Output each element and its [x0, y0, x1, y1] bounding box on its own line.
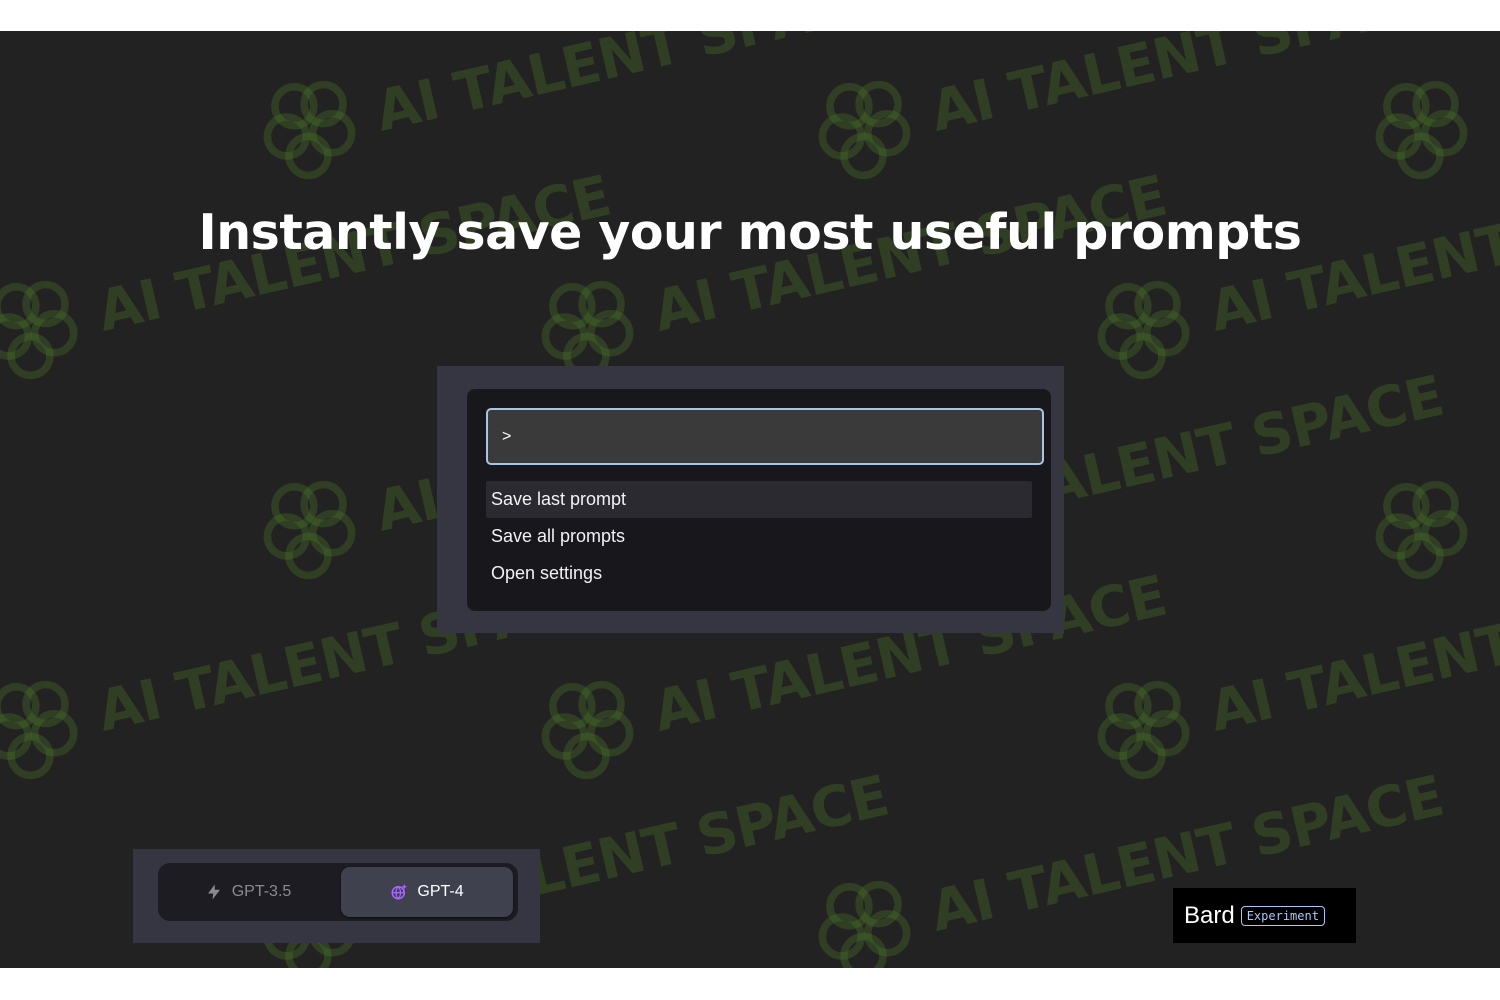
brain-icon: [818, 880, 911, 968]
command-list: Save last prompt Save all prompts Open s…: [486, 481, 1032, 592]
bard-badge: Bard Experiment: [1173, 888, 1356, 943]
page-title: Instantly save your most useful prompts: [198, 203, 1302, 261]
brain-icon: [1097, 280, 1190, 380]
brain-icon: [1375, 480, 1468, 580]
command-input[interactable]: >: [486, 408, 1044, 465]
command-palette-frame: > Save last prompt Save all prompts Open…: [437, 366, 1064, 633]
brain-icon: [0, 280, 78, 380]
experiment-tag: Experiment: [1240, 905, 1325, 926]
bard-name: Bard: [1184, 901, 1235, 929]
command-item-save-last-prompt[interactable]: Save last prompt: [486, 481, 1032, 518]
brain-icon: [1375, 80, 1468, 180]
watermark-logo: AI TALENT SPACE: [0, 142, 621, 392]
brain-icon: [541, 680, 634, 780]
command-item-save-all-prompts[interactable]: Save all prompts: [486, 518, 1032, 555]
brain-icon: [263, 80, 356, 180]
model-switcher: GPT-3.5 GPT-4: [158, 863, 518, 921]
watermark-logo: [1358, 463, 1488, 593]
watermark-logo: AI TALENT SPACE: [1080, 542, 1500, 792]
watermark-logo: AI TALENT SPACE: [246, 31, 899, 193]
command-palette: > Save last prompt Save all prompts Open…: [467, 389, 1051, 611]
watermark-logo: [1358, 63, 1488, 193]
brain-icon: [818, 80, 911, 180]
watermark-logo: AI TALENT SPACE: [1080, 142, 1500, 392]
model-switcher-frame: GPT-3.5 GPT-4: [133, 849, 540, 943]
brain-icon: [0, 680, 78, 780]
brain-icon: [263, 480, 356, 580]
command-item-open-settings[interactable]: Open settings: [486, 555, 1032, 592]
model-option-gpt-3-5[interactable]: GPT-3.5: [162, 867, 334, 917]
lightning-icon: [207, 884, 220, 900]
canvas: AI TALENT SPACE AI TALENT SPACE AI TALEN…: [0, 31, 1500, 968]
model-option-label: GPT-3.5: [231, 883, 292, 900]
brain-icon: [1097, 680, 1190, 780]
model-option-gpt-4[interactable]: GPT-4: [341, 867, 513, 917]
sparkle-globe-icon: [391, 883, 408, 900]
watermark-logo: AI TALENT SPACE: [524, 142, 1177, 392]
watermark-logo: AI TALENT SPACE: [801, 31, 1454, 193]
model-option-label: GPT-4: [417, 883, 464, 900]
